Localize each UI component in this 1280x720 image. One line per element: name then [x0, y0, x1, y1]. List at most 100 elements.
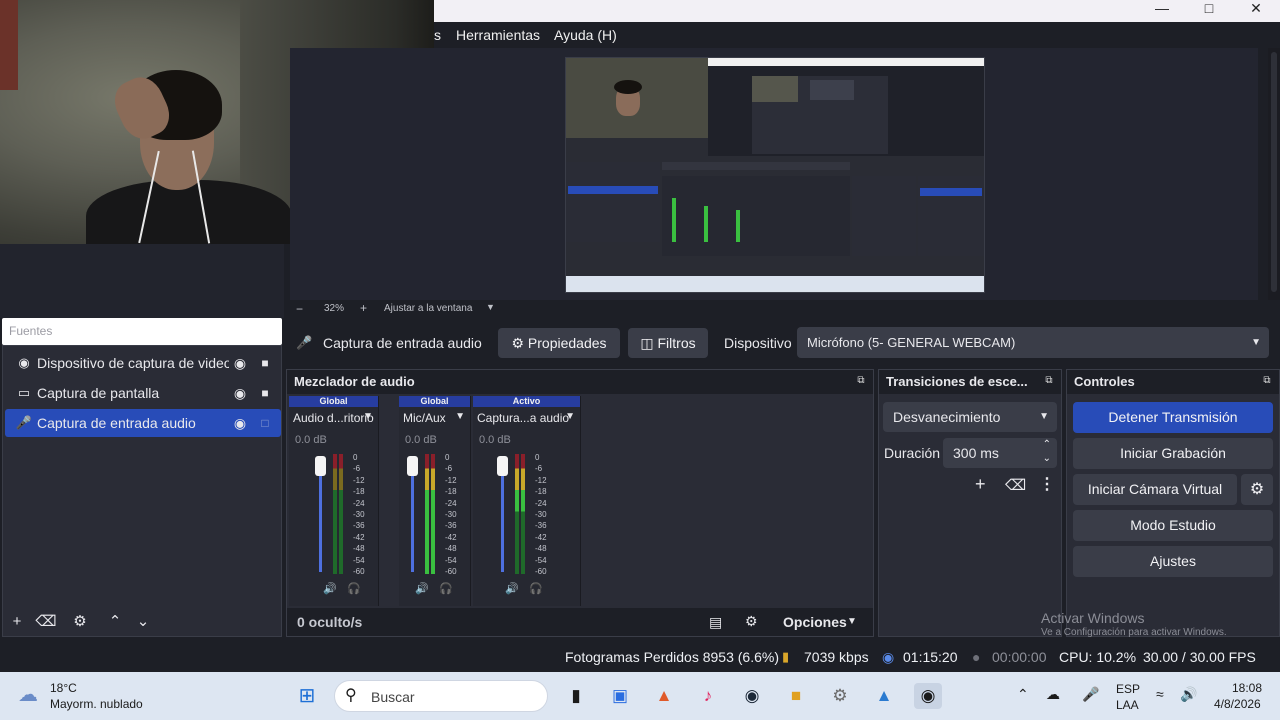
transition-select[interactable]: Desvanecimiento ▼ [883, 402, 1057, 432]
add-source-icon[interactable]: + [6, 612, 28, 632]
language-secondary[interactable]: LAA [1116, 698, 1139, 712]
eye-icon[interactable]: ◉ [229, 409, 251, 437]
camera-icon: ◉ [18, 355, 30, 370]
fit-window-label[interactable]: Ajustar a la ventana [384, 303, 472, 314]
gear-icon[interactable]: ⚙ [1241, 474, 1273, 505]
taskbar-search[interactable]: ⚲ Buscar [334, 680, 548, 712]
start-recording-button[interactable]: Iniciar Grabación [1073, 438, 1273, 469]
headphones-icon[interactable]: 🎧 [439, 582, 453, 595]
channel-name[interactable]: Audio d...ritorio [293, 411, 374, 425]
menu-item-partial[interactable]: s [434, 27, 441, 43]
channel-name[interactable]: Mic/Aux [403, 411, 446, 425]
filters-button[interactable]: ◫ Filtros [628, 328, 708, 358]
steam-icon[interactable]: ◉ [738, 683, 766, 709]
transitions-title: Transiciones de esce... [879, 370, 1061, 394]
menu-bar: s Herramientas Ayuda (H) [434, 22, 1280, 48]
menu-item-ayuda[interactable]: Ayuda (H) [554, 27, 617, 43]
chevron-down-icon[interactable]: ▼ [363, 411, 373, 422]
source-item-screen-capture[interactable]: ▭ Captura de pantalla ◉ ■ [5, 379, 281, 407]
unlock-icon[interactable]: □ [255, 409, 275, 437]
chevron-down-icon[interactable]: ▼ [565, 411, 575, 422]
maximize-icon[interactable]: □ [1186, 0, 1232, 22]
move-up-icon[interactable]: ⌃ [104, 612, 126, 632]
language-primary[interactable]: ESP [1116, 682, 1140, 696]
headphones-icon[interactable]: 🎧 [347, 582, 361, 595]
trash-icon[interactable]: ⌫ [35, 612, 57, 632]
weather-icon[interactable]: ☁ [18, 682, 38, 707]
chevron-down-icon: ▼ [1251, 337, 1261, 348]
gear-icon[interactable]: ⚙ [69, 612, 91, 632]
fps: 30.00 / 30.00 FPS [1143, 649, 1256, 665]
chevron-down-icon[interactable]: ⌄ [1043, 444, 1051, 474]
menu-item-herramientas[interactable]: Herramientas [456, 27, 540, 43]
app-icon[interactable]: ▲ [870, 683, 898, 709]
volume-slider-handle[interactable] [315, 456, 326, 476]
channel-name[interactable]: Captura...a audio [477, 411, 569, 425]
zoom-out-button[interactable]: − [296, 302, 303, 316]
source-item-audio-input[interactable]: 🎤 Captura de entrada audio ◉ □ [5, 409, 281, 437]
weather-desc[interactable]: Mayorm. nublado [50, 697, 143, 711]
controls-title: Controles [1067, 370, 1279, 394]
weather-temp[interactable]: 18°C [50, 681, 77, 695]
headphones-icon[interactable]: 🎧 [529, 582, 543, 595]
speaker-icon[interactable]: 🔊 [1180, 686, 1197, 703]
lock-icon[interactable]: ■ [255, 379, 275, 407]
add-transition-icon[interactable]: + [975, 474, 986, 495]
speaker-icon[interactable]: 🔊 [415, 582, 429, 595]
bitrate: 7039 kbps [804, 649, 869, 665]
filters-label: Filtros [657, 335, 696, 351]
file-explorer-icon[interactable]: ■ [782, 683, 810, 709]
chevron-down-icon[interactable]: ▼ [847, 616, 857, 627]
settings-button[interactable]: Ajustes [1073, 546, 1273, 577]
channel-volume: 0.0 dB [479, 434, 511, 446]
task-view-icon[interactable]: ▮ [562, 683, 590, 709]
meter-scale: 0 -6 -12 -18 -24 -30 -36 -42 -48 -54 -60 [535, 453, 547, 577]
duration-input[interactable]: 300 ms ⌃ ⌄ [943, 438, 1057, 468]
move-down-icon[interactable]: ⌄ [132, 612, 154, 632]
device-select[interactable]: Micrófono (5- GENERAL WEBCAM) ▼ [797, 327, 1269, 358]
chevron-down-icon[interactable]: ▼ [486, 302, 495, 312]
properties-button[interactable]: ⚙ Propiedades [498, 328, 620, 358]
clock-date[interactable]: 4/8/2026 [1214, 697, 1261, 711]
trash-icon[interactable]: ⌫ [1005, 476, 1026, 494]
windows-start-icon[interactable]: ⊞ [293, 683, 321, 709]
volume-slider-handle[interactable] [497, 456, 508, 476]
watermark-title: Activar Windows [1041, 610, 1145, 626]
speaker-icon[interactable]: 🔊 [505, 582, 519, 595]
volume-slider-handle[interactable] [407, 456, 418, 476]
wifi-icon[interactable]: ≈ [1156, 686, 1164, 702]
chevron-up-icon[interactable]: ⌃ [1017, 686, 1029, 703]
clock-time[interactable]: 18:08 [1232, 681, 1262, 695]
minimize-icon[interactable]: — [1139, 0, 1185, 22]
brave-browser-icon[interactable]: ▲ [650, 683, 678, 709]
app-icon[interactable]: ▣ [606, 683, 634, 709]
chevron-down-icon[interactable]: ▼ [455, 411, 465, 422]
zoom-in-button[interactable]: + [360, 301, 367, 315]
float-dock-icon[interactable]: ⧉ [1261, 375, 1273, 387]
source-item-video-capture[interactable]: ◉ Dispositivo de captura de video ◉ ■ [5, 349, 281, 377]
cloud-icon[interactable]: ☁ [1046, 686, 1060, 703]
microphone-icon[interactable]: 🎤 [1082, 686, 1099, 703]
audio-meter [515, 454, 527, 574]
advanced-audio-icon[interactable]: ⚙ [745, 613, 758, 630]
search-placeholder: Buscar [371, 689, 415, 705]
float-dock-icon[interactable]: ⧉ [855, 375, 867, 387]
close-icon[interactable]: ✕ [1233, 0, 1279, 22]
mixer-options-button[interactable]: Opciones [783, 614, 847, 630]
meter-scale: 0 -6 -12 -18 -24 -30 -36 -42 -48 -54 -60 [445, 453, 457, 577]
preview-scrollbar[interactable] [1268, 48, 1280, 300]
start-virtual-camera-button[interactable]: Iniciar Cámara Virtual [1073, 474, 1237, 505]
settings-app-icon[interactable]: ⚙ [826, 683, 854, 709]
more-options-icon[interactable]: ⋮ [1039, 474, 1055, 494]
obs-studio-icon[interactable]: ◉ [914, 683, 942, 709]
studio-mode-button[interactable]: Modo Estudio [1073, 510, 1273, 541]
eye-icon[interactable]: ◉ [229, 379, 251, 407]
eye-icon[interactable]: ◉ [229, 349, 251, 377]
layout-icon[interactable]: ▤ [709, 614, 722, 631]
speaker-icon[interactable]: 🔊 [323, 582, 337, 595]
tiktok-icon[interactable]: ♪ [694, 683, 722, 709]
channel-volume: 0.0 dB [405, 434, 437, 446]
stop-streaming-button[interactable]: Detener Transmisión [1073, 402, 1273, 433]
lock-icon[interactable]: ■ [255, 349, 275, 377]
float-dock-icon[interactable]: ⧉ [1043, 375, 1055, 387]
